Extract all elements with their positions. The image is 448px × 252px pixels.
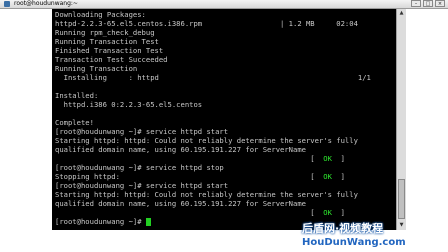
- scrollbar-thumb[interactable]: [398, 179, 405, 219]
- terminal-line: Finished Transaction Test: [55, 46, 164, 55]
- terminal-window: root@houdunwang:~ – □ × Downloading Pack…: [0, 0, 448, 252]
- terminal-line: httpd.i386 0:2.2.3-65.el5.centos: [55, 100, 203, 109]
- terminal-line: [ OK ]: [55, 208, 345, 217]
- title-bar[interactable]: root@houdunwang:~ – □ ×: [0, 0, 448, 9]
- terminal-line: Running Transaction: [55, 64, 138, 73]
- minimize-button[interactable]: –: [411, 0, 421, 7]
- window-title: root@houdunwang:~: [14, 0, 78, 7]
- terminal-line: qualified domain name, using 60.195.191.…: [55, 199, 306, 208]
- terminal-line: [root@houdunwang ~]#: [55, 217, 146, 226]
- status-ok-badge: OK: [314, 172, 341, 181]
- terminal-line: Running rpm_check_debug: [55, 28, 155, 37]
- scroll-up-arrow-icon[interactable]: ▲: [398, 10, 405, 17]
- window-controls: – □ ×: [411, 0, 445, 7]
- status-ok-badge: OK: [314, 208, 341, 217]
- terminal-line: [root@houdunwang ~]# service httpd start: [55, 127, 229, 136]
- terminal-line: [root@houdunwang ~]# service httpd start: [55, 181, 229, 190]
- terminal-line: Downloading Packages:: [55, 10, 146, 19]
- terminal-line: Starting httpd: httpd: Could not reliabl…: [55, 190, 358, 199]
- terminal-line: Complete!: [55, 118, 94, 127]
- terminal-icon: [4, 1, 10, 7]
- terminal-line: Running Transaction Test: [55, 37, 159, 46]
- watermark-chinese: 后盾网·视频教程: [302, 222, 384, 235]
- terminal-output[interactable]: Downloading Packages: httpd-2.2.3-65.el5.…: [52, 9, 396, 230]
- terminal-line: [ OK ]: [55, 154, 345, 163]
- terminal-line: Installing : httpd 1/1: [55, 73, 371, 82]
- status-ok-badge: OK: [314, 154, 341, 163]
- terminal-line: [root@houdunwang ~]# service httpd stop: [55, 163, 224, 172]
- maximize-button[interactable]: □: [423, 0, 433, 7]
- terminal-line: httpd-2.2.3-65.el5.centos.i386.rpm | 1.2…: [55, 19, 358, 28]
- terminal-line: Stopping httpd: [ OK ]: [55, 172, 345, 181]
- text-cursor: [145, 218, 151, 226]
- watermark-english: HouDunWang.com: [302, 237, 406, 248]
- terminal-line: qualified domain name, using 60.195.191.…: [55, 145, 306, 154]
- watermark-logo: 后盾网·视频教程 HouDunWang.com: [300, 222, 448, 252]
- terminal-line: Installed:: [55, 91, 99, 100]
- terminal-line: Transaction Test Succeeded: [55, 55, 168, 64]
- terminal-line: Starting httpd: httpd: Could not reliabl…: [55, 136, 358, 145]
- vertical-scrollbar[interactable]: ▲ ▼: [396, 9, 406, 230]
- close-button[interactable]: ×: [435, 0, 445, 7]
